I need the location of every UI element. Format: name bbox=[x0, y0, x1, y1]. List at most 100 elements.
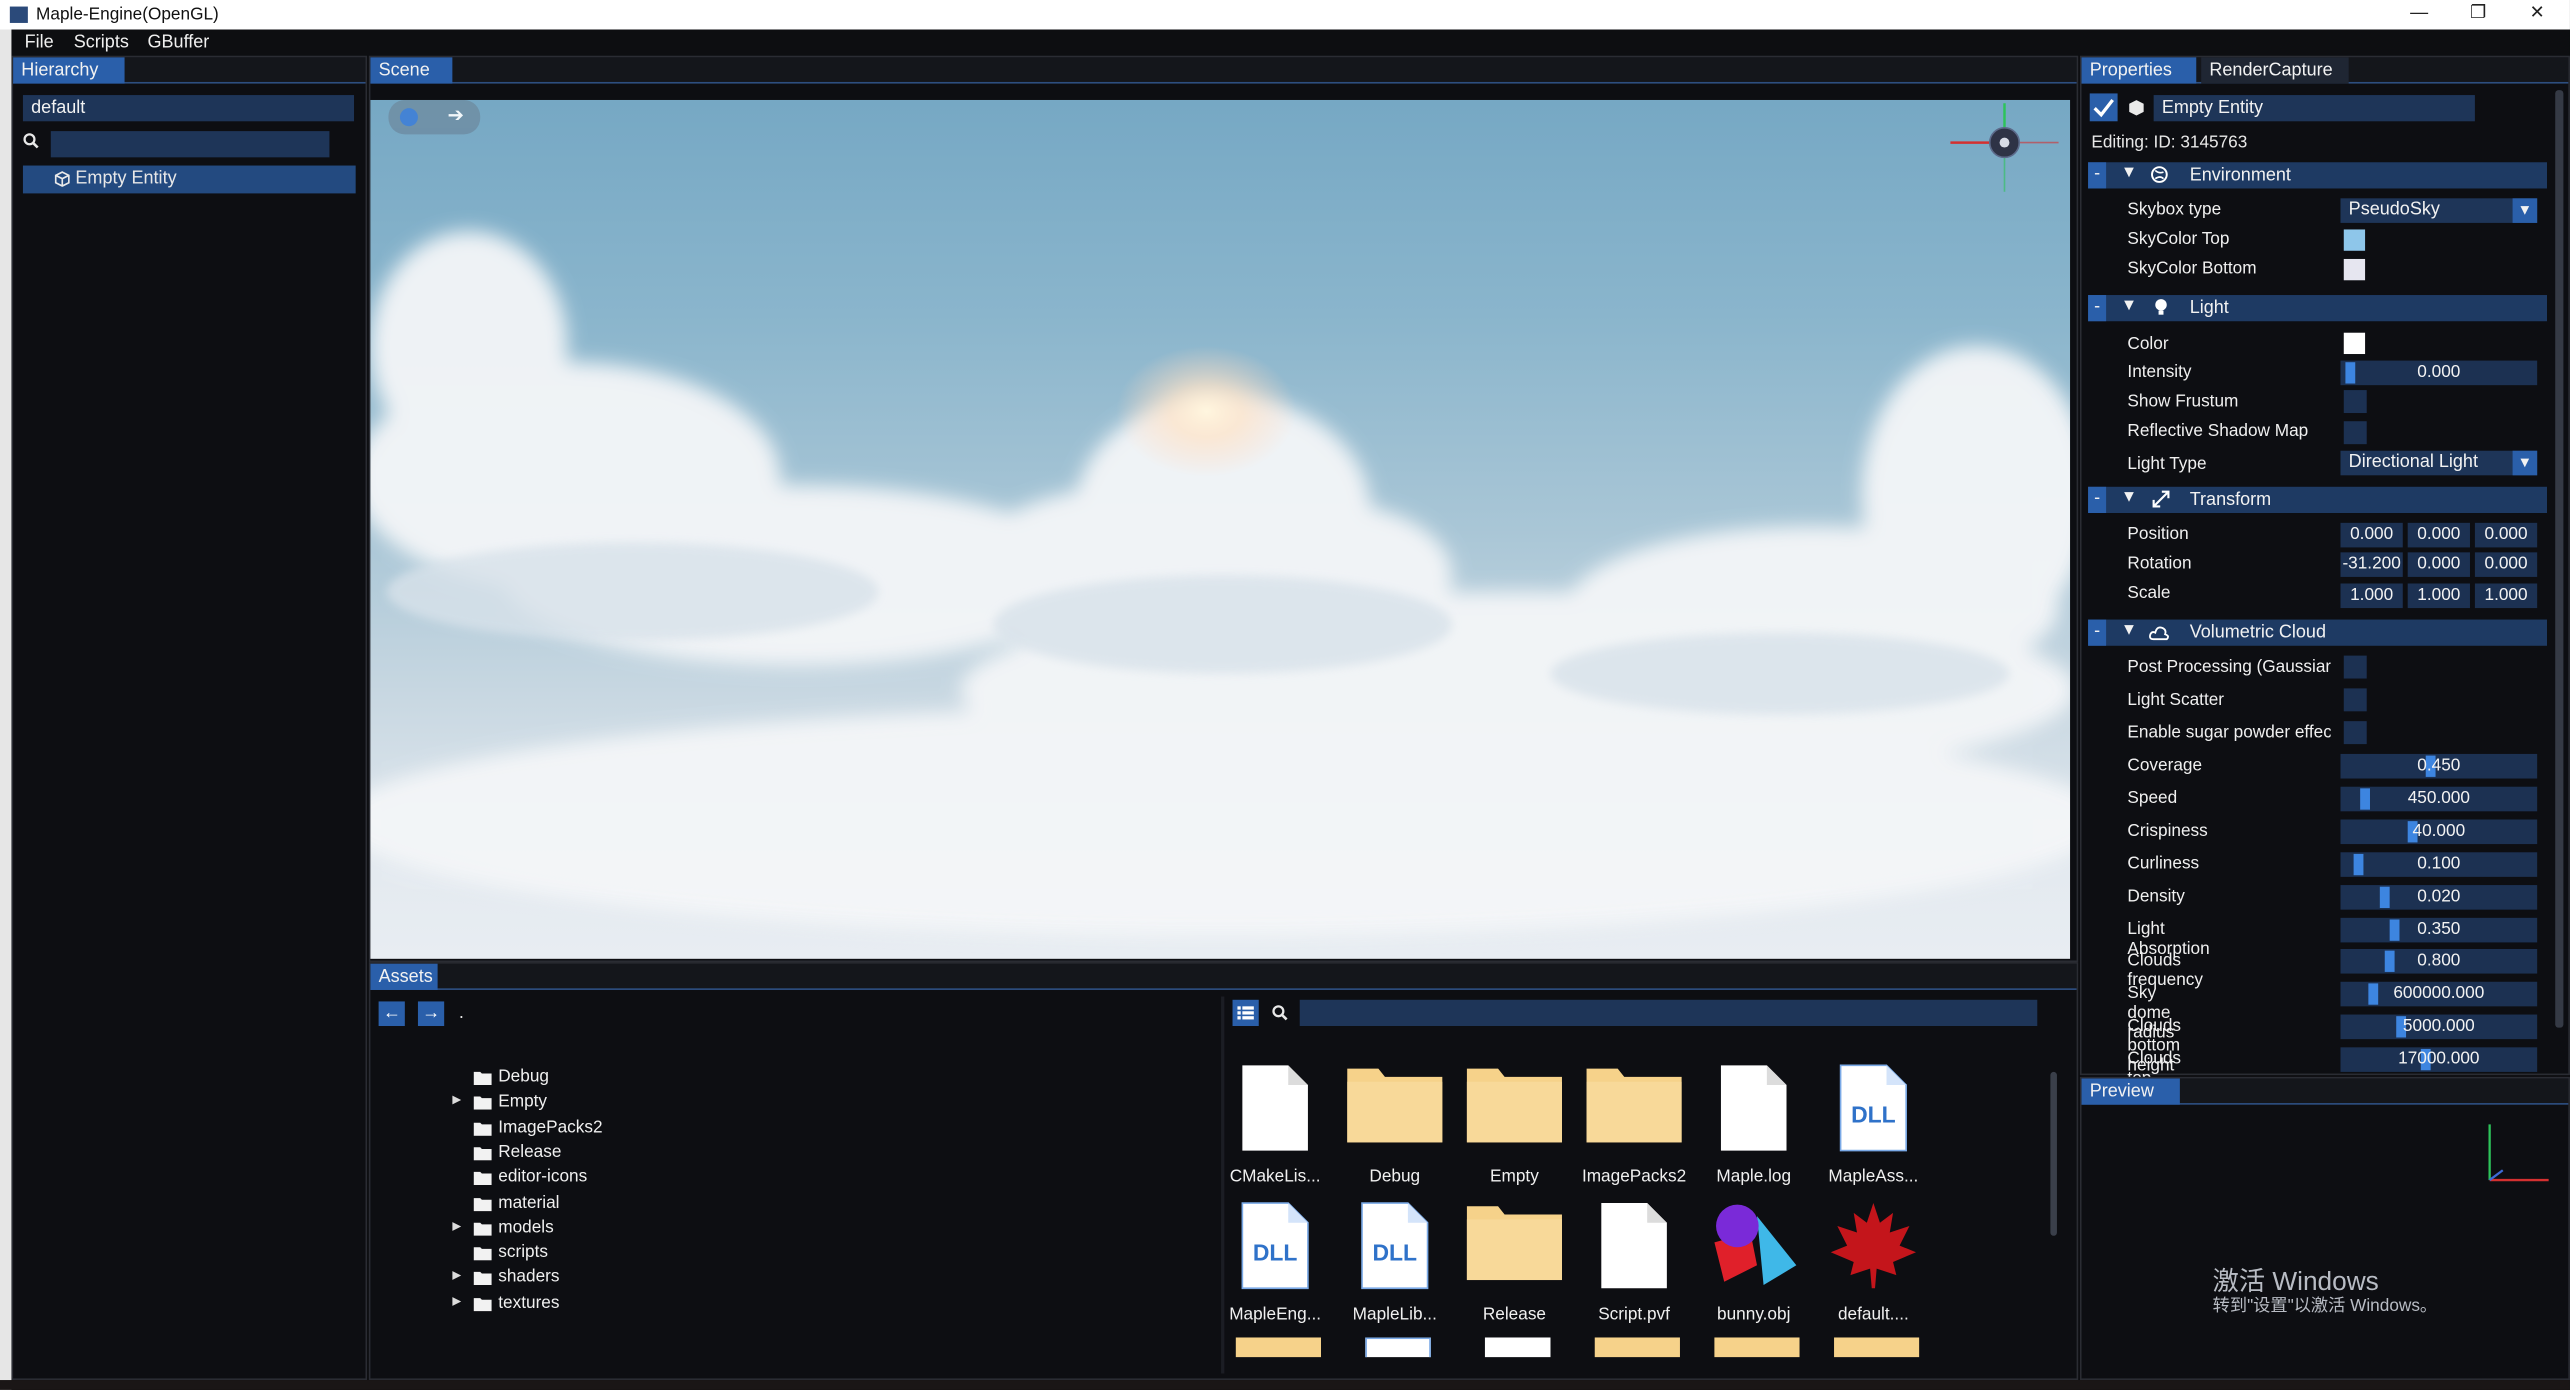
tab-rendercapture[interactable]: RenderCapture bbox=[2201, 57, 2349, 84]
asset-item[interactable]: DLL MapleLib... bbox=[1336, 1200, 1454, 1331]
forward-arrow-icon[interactable]: → bbox=[417, 1001, 445, 1027]
cloud-param-slider[interactable]: 5000.000 bbox=[2340, 1014, 2538, 1040]
expand-arrow-icon[interactable]: ▶ bbox=[452, 1269, 461, 1282]
cloud-param-slider[interactable]: 17000.000 bbox=[2340, 1047, 2538, 1073]
close-button[interactable]: ✕ bbox=[2508, 2, 2567, 28]
menu-gbuffer[interactable]: GBuffer bbox=[148, 33, 210, 53]
entity-active-checkbox[interactable] bbox=[2089, 93, 2118, 122]
file-icon[interactable] bbox=[1469, 1337, 1561, 1358]
cloud-param-slider[interactable]: 600000.000 bbox=[2340, 982, 2538, 1007]
light-scatter-checkbox[interactable] bbox=[2343, 688, 2367, 712]
skycolor-bottom-swatch[interactable] bbox=[2343, 258, 2366, 281]
folder-icon[interactable] bbox=[1588, 1337, 1680, 1358]
folder-icon[interactable] bbox=[1229, 1337, 1322, 1358]
slider-grab[interactable] bbox=[2384, 951, 2394, 973]
asset-item[interactable]: DLL MapleEng... bbox=[1223, 1200, 1334, 1331]
restore-button[interactable]: ❐ bbox=[2449, 2, 2508, 28]
cloud-icon bbox=[2149, 624, 2170, 641]
rsm-checkbox[interactable] bbox=[2343, 421, 2367, 445]
sugar-powder-checkbox[interactable] bbox=[2343, 721, 2367, 745]
light-header[interactable]: - ▼ Light bbox=[2088, 295, 2548, 322]
asset-item[interactable]: Maple.log bbox=[1695, 1062, 1813, 1193]
scale-z[interactable]: 1.000 bbox=[2474, 583, 2538, 609]
properties-scrollbar[interactable] bbox=[2555, 90, 2564, 1028]
entity-cube-icon bbox=[2127, 98, 2145, 116]
back-icon[interactable] bbox=[399, 108, 418, 127]
position-x[interactable]: 0.000 bbox=[2340, 522, 2403, 548]
editing-id-label: Editing: ID: 3145763 bbox=[2091, 132, 2248, 153]
asset-item[interactable]: ImagePacks2 bbox=[1575, 1062, 1693, 1193]
cloud-param-slider[interactable]: 0.350 bbox=[2340, 917, 2538, 942]
folder-icon bbox=[473, 1070, 492, 1086]
intensity-slider[interactable]: 0.000 bbox=[2340, 360, 2538, 386]
folder-icon[interactable] bbox=[1708, 1337, 1800, 1358]
tab-preview[interactable]: Preview bbox=[2081, 1078, 2180, 1105]
slider-grab[interactable] bbox=[2389, 918, 2400, 940]
collapse-icon[interactable]: - bbox=[2088, 295, 2107, 322]
cloud-param-slider[interactable]: 0.800 bbox=[2340, 949, 2538, 975]
collapse-icon[interactable]: - bbox=[2088, 619, 2107, 646]
collapse-icon[interactable]: - bbox=[2088, 486, 2107, 514]
slider-grab[interactable] bbox=[2352, 853, 2363, 875]
scene-name-field[interactable]: default bbox=[22, 95, 355, 122]
asset-item[interactable]: Script.pvf bbox=[1575, 1200, 1693, 1331]
asset-item[interactable]: Empty bbox=[1455, 1062, 1573, 1193]
menu-file[interactable]: File bbox=[25, 33, 54, 53]
back-arrow-icon[interactable]: ← bbox=[378, 1001, 405, 1027]
expand-arrow-icon[interactable]: ▶ bbox=[452, 1294, 461, 1307]
collapse-icon[interactable]: - bbox=[2088, 162, 2107, 189]
tab-scene[interactable]: Scene bbox=[370, 57, 453, 84]
menu-scripts[interactable]: Scripts bbox=[74, 33, 129, 53]
slider-grab[interactable] bbox=[2380, 886, 2391, 908]
cloud-param-slider[interactable]: 0.450 bbox=[2340, 753, 2538, 779]
light-color-swatch[interactable] bbox=[2343, 332, 2366, 355]
hierarchy-search-input[interactable] bbox=[50, 131, 330, 158]
volumetric-cloud-header[interactable]: - ▼ Volumetric Cloud bbox=[2088, 619, 2548, 646]
rotation-y[interactable]: 0.000 bbox=[2407, 552, 2470, 577]
transform-header[interactable]: - ▼ Transform bbox=[2088, 486, 2548, 514]
asset-item[interactable]: Release bbox=[1455, 1200, 1573, 1331]
asset-item[interactable]: default.... bbox=[1814, 1200, 1932, 1331]
slider-grab[interactable] bbox=[2345, 362, 2356, 384]
entity-name-input[interactable]: Empty Entity bbox=[2153, 95, 2475, 122]
asset-item[interactable]: Debug bbox=[1336, 1062, 1454, 1193]
hierarchy-item-empty-entity[interactable]: Empty Entity bbox=[22, 165, 356, 194]
tab-hierarchy[interactable]: Hierarchy bbox=[13, 57, 125, 84]
slider-grab[interactable] bbox=[2367, 983, 2378, 1006]
asset-item[interactable]: DLL MapleAss... bbox=[1814, 1062, 1932, 1193]
assets-scrollbar[interactable] bbox=[2050, 1071, 2057, 1236]
dll-icon[interactable] bbox=[1349, 1337, 1441, 1358]
cloud-param-slider[interactable]: 0.020 bbox=[2340, 884, 2538, 909]
tab-properties[interactable]: Properties bbox=[2081, 57, 2197, 84]
folder-icon bbox=[473, 1196, 492, 1211]
dll-icon: DLL bbox=[1814, 1062, 1932, 1154]
rotation-x[interactable]: -31.200 bbox=[2340, 552, 2403, 577]
forward-icon[interactable]: ➔ bbox=[447, 103, 463, 126]
environment-header[interactable]: - ▼ Environment bbox=[2088, 162, 2548, 189]
scale-x[interactable]: 1.000 bbox=[2340, 583, 2403, 609]
asset-item[interactable]: bunny.obj bbox=[1695, 1200, 1813, 1331]
folder-icon[interactable] bbox=[1827, 1337, 1920, 1358]
minimize-button[interactable]: — bbox=[2390, 2, 2449, 28]
view-gizmo[interactable] bbox=[1947, 100, 2062, 198]
light-type-select[interactable]: Directional Light ▼ bbox=[2340, 450, 2538, 476]
assets-search-input[interactable] bbox=[1299, 999, 2038, 1027]
cloud-param-slider[interactable]: 0.100 bbox=[2340, 851, 2538, 877]
show-frustum-checkbox[interactable] bbox=[2343, 390, 2367, 414]
list-view-icon[interactable] bbox=[1232, 999, 1259, 1027]
position-y[interactable]: 0.000 bbox=[2407, 522, 2470, 548]
asset-item[interactable]: CMakeLis... bbox=[1223, 1062, 1334, 1193]
skybox-type-select[interactable]: PseudoSky ▼ bbox=[2340, 198, 2538, 223]
position-z[interactable]: 0.000 bbox=[2474, 522, 2538, 548]
slider-grab[interactable] bbox=[2360, 788, 2371, 810]
cloud-param-slider[interactable]: 450.000 bbox=[2340, 786, 2538, 812]
tab-assets[interactable]: Assets bbox=[370, 963, 438, 990]
skycolor-top-swatch[interactable] bbox=[2343, 229, 2366, 251]
cloud-param-slider[interactable]: 40.000 bbox=[2340, 819, 2538, 844]
expand-arrow-icon[interactable]: ▶ bbox=[452, 1219, 461, 1232]
post-processing-checkbox[interactable] bbox=[2343, 655, 2367, 679]
expand-arrow-icon[interactable]: ▶ bbox=[452, 1094, 461, 1106]
scale-y[interactable]: 1.000 bbox=[2407, 583, 2470, 609]
rotation-z[interactable]: 0.000 bbox=[2474, 552, 2538, 577]
scene-viewport[interactable]: ➔ bbox=[370, 99, 2071, 959]
